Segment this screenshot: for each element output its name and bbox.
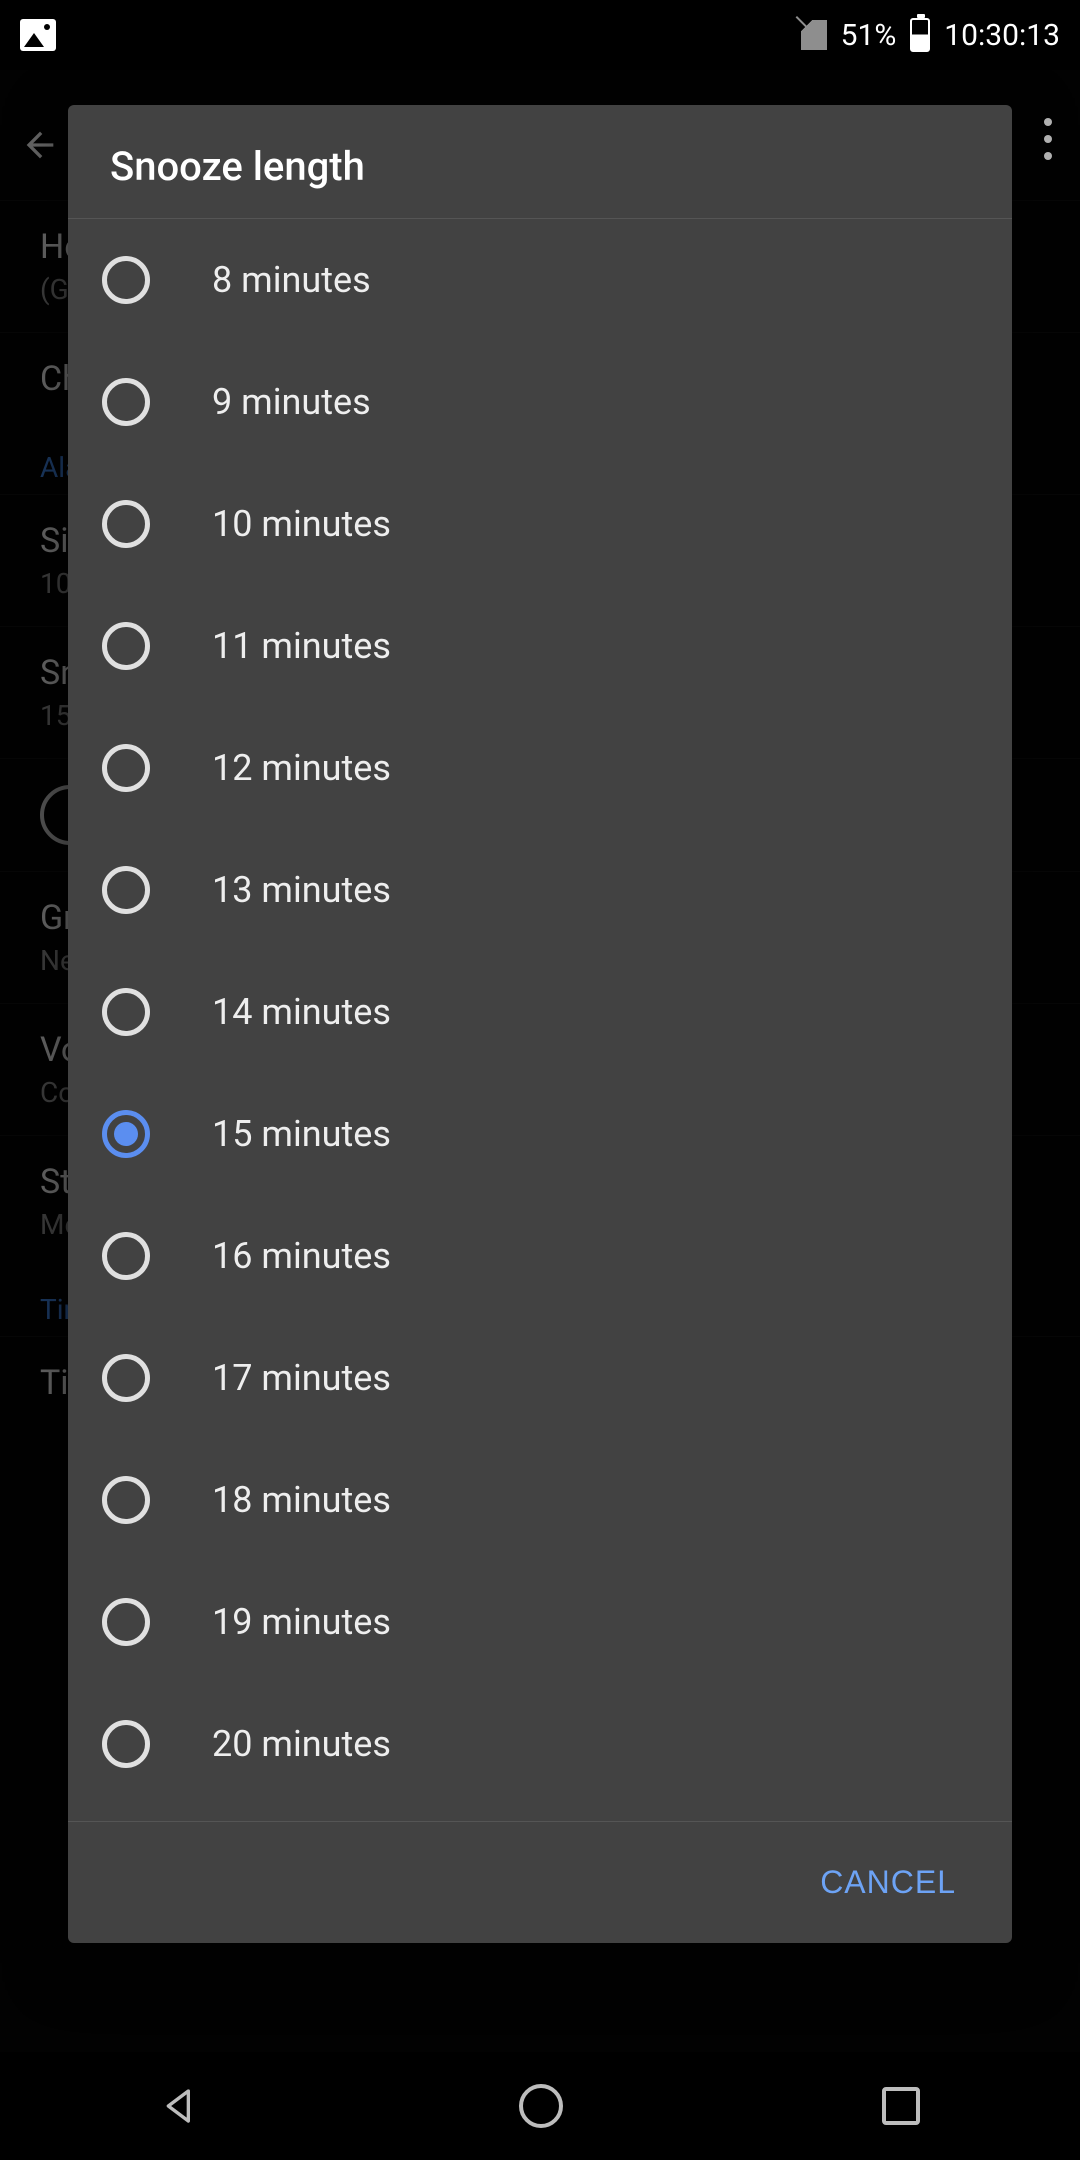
status-bar: 51% 10:30:13 xyxy=(0,0,1080,70)
radio-icon[interactable] xyxy=(102,378,150,426)
snooze-option[interactable]: 16 minutes xyxy=(68,1195,1012,1317)
snooze-option[interactable]: 19 minutes xyxy=(68,1561,1012,1683)
radio-icon[interactable] xyxy=(102,1598,150,1646)
no-sim-icon xyxy=(801,20,827,50)
radio-icon[interactable] xyxy=(102,1232,150,1280)
status-right: 51% 10:30:13 xyxy=(801,18,1060,53)
snooze-option[interactable]: 11 minutes xyxy=(68,585,1012,707)
radio-icon[interactable] xyxy=(102,1476,150,1524)
radio-icon[interactable] xyxy=(102,256,150,304)
dialog-title: Snooze length xyxy=(68,105,1012,219)
navigation-bar xyxy=(0,2052,1080,2160)
snooze-option[interactable]: 12 minutes xyxy=(68,707,1012,829)
snooze-option-label: 17 minutes xyxy=(212,1357,391,1399)
snooze-option[interactable]: 13 minutes xyxy=(68,829,1012,951)
radio-icon[interactable] xyxy=(102,866,150,914)
snooze-option-label: 14 minutes xyxy=(212,991,391,1033)
battery-icon xyxy=(910,18,930,52)
snooze-option[interactable]: 9 minutes xyxy=(68,341,1012,463)
radio-icon[interactable] xyxy=(102,1110,150,1158)
snooze-option[interactable]: 18 minutes xyxy=(68,1439,1012,1561)
snooze-option-label: 10 minutes xyxy=(212,503,391,545)
snooze-option-label: 8 minutes xyxy=(212,259,371,301)
radio-icon[interactable] xyxy=(102,1354,150,1402)
snooze-option-label: 12 minutes xyxy=(212,747,391,789)
snooze-option-label: 19 minutes xyxy=(212,1601,391,1643)
snooze-option-label: 11 minutes xyxy=(212,625,391,667)
nav-recent-button[interactable] xyxy=(882,2087,920,2125)
radio-icon[interactable] xyxy=(102,744,150,792)
screenshot-notification-icon xyxy=(20,19,56,51)
snooze-option[interactable]: 10 minutes xyxy=(68,463,1012,585)
nav-home-button[interactable] xyxy=(519,2084,563,2128)
overflow-menu-icon[interactable] xyxy=(1044,118,1052,160)
snooze-option-label: 16 minutes xyxy=(212,1235,391,1277)
snooze-length-dialog: Snooze length 8 minutes 9 minutes 10 minut… xyxy=(68,105,1012,1943)
nav-back-button[interactable] xyxy=(160,2086,200,2126)
cancel-button[interactable]: CANCEL xyxy=(820,1864,956,1901)
snooze-option-label: 9 minutes xyxy=(212,381,371,423)
snooze-option[interactable]: 20 minutes xyxy=(68,1683,1012,1805)
radio-icon[interactable] xyxy=(102,622,150,670)
radio-icon[interactable] xyxy=(102,1720,150,1768)
snooze-option-label: 18 minutes xyxy=(212,1479,391,1521)
radio-icon[interactable] xyxy=(102,988,150,1036)
snooze-option-label: 13 minutes xyxy=(212,869,391,911)
battery-percent: 51% xyxy=(841,18,897,53)
snooze-option[interactable]: 15 minutes xyxy=(68,1073,1012,1195)
snooze-option-label: 15 minutes xyxy=(212,1113,391,1155)
snooze-option[interactable]: 14 minutes xyxy=(68,951,1012,1073)
snooze-option[interactable]: 8 minutes xyxy=(68,219,1012,341)
dialog-option-list[interactable]: 8 minutes 9 minutes 10 minutes 11 minutes 12… xyxy=(68,219,1012,1821)
dialog-actions: CANCEL xyxy=(68,1821,1012,1943)
snooze-option[interactable]: 17 minutes xyxy=(68,1317,1012,1439)
snooze-option-label: 20 minutes xyxy=(212,1723,391,1765)
status-left xyxy=(20,19,56,51)
status-clock: 10:30:13 xyxy=(944,18,1060,53)
radio-icon[interactable] xyxy=(102,500,150,548)
